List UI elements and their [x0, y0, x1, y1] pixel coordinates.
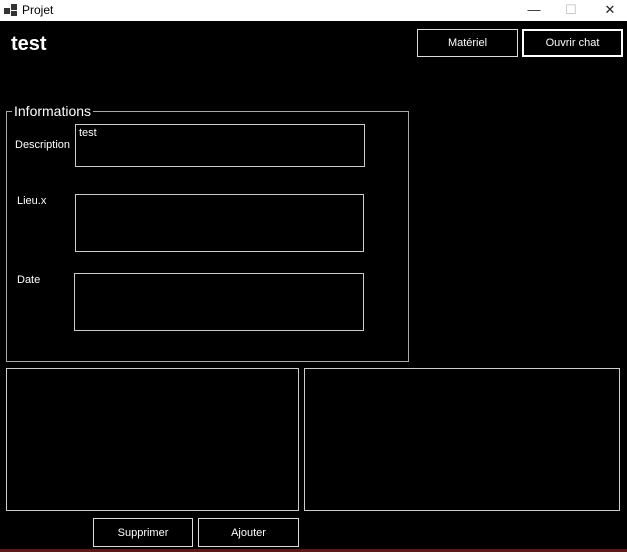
minimize-icon[interactable]: — — [514, 0, 554, 21]
right-list-panel[interactable] — [304, 368, 620, 511]
delete-button[interactable]: Supprimer — [93, 518, 193, 547]
left-list-panel[interactable] — [6, 368, 299, 511]
page-title: test — [11, 33, 47, 55]
maximize-icon: ☐ — [565, 2, 577, 17]
open-chat-button[interactable]: Ouvrir chat — [522, 29, 623, 57]
description-label: Description — [15, 139, 71, 151]
add-button[interactable]: Ajouter — [198, 518, 299, 547]
materiel-button[interactable]: Matériel — [417, 29, 518, 57]
informations-legend: Informations — [12, 103, 94, 120]
lieu-label: Lieu.x — [17, 195, 47, 207]
window-titlebar[interactable]: Projet — ☐ ✕ — [0, 0, 627, 21]
description-field[interactable]: test — [75, 124, 365, 167]
app-icon — [4, 4, 17, 16]
date-field[interactable] — [74, 273, 364, 331]
lieu-field[interactable] — [75, 194, 364, 252]
window-title: Projet — [22, 3, 54, 17]
informations-group: Informations Description test Lieu.x Dat… — [6, 103, 409, 362]
close-icon[interactable]: ✕ — [590, 0, 627, 21]
date-label: Date — [17, 274, 41, 286]
